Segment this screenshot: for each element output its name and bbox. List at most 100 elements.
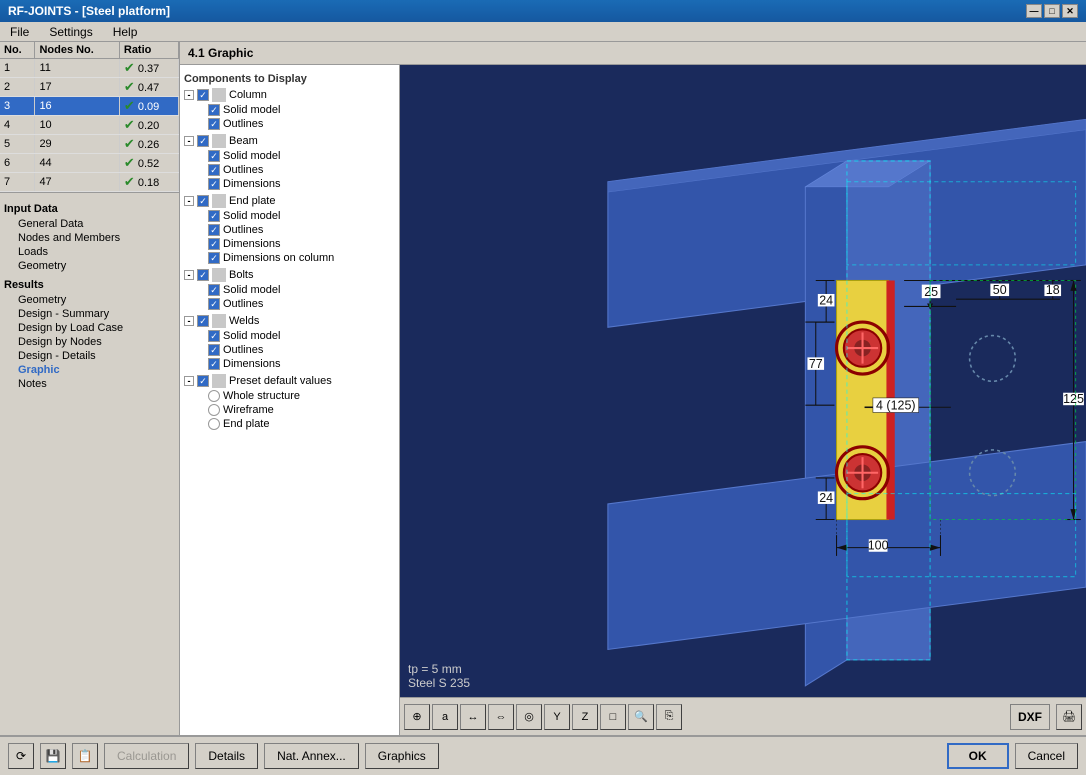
- tree-group-checkbox[interactable]: ✓: [197, 269, 209, 281]
- tree-checkbox[interactable]: ✓: [208, 164, 220, 176]
- tree-group-checkbox[interactable]: ✓: [197, 135, 209, 147]
- close-button[interactable]: ✕: [1062, 4, 1078, 18]
- tree-expand-icon[interactable]: -: [184, 196, 194, 206]
- graphics-button[interactable]: Graphics: [365, 743, 439, 769]
- tree-group-header[interactable]: - ✓ Welds: [184, 313, 395, 329]
- table-row[interactable]: 4 10 ✔ 0.20: [0, 116, 179, 135]
- toolbar-btn-10[interactable]: ⎘: [656, 704, 682, 730]
- dxf-button[interactable]: DXF: [1010, 704, 1050, 730]
- nav-design-by-nodes[interactable]: Design by Nodes: [4, 335, 175, 349]
- tree-child-item[interactable]: ✓ Dimensions: [208, 357, 395, 371]
- tree-child-item[interactable]: ✓ Outlines: [208, 223, 395, 237]
- tree-expand-icon[interactable]: -: [184, 376, 194, 386]
- toolbar-btn-5[interactable]: ◎: [516, 704, 542, 730]
- tree-group-checkbox[interactable]: ✓: [197, 195, 209, 207]
- maximize-button[interactable]: □: [1044, 4, 1060, 18]
- tree-child-item[interactable]: ✓ Dimensions: [208, 237, 395, 251]
- toolbar-btn-7[interactable]: Z: [572, 704, 598, 730]
- table-row[interactable]: 7 47 ✔ 0.18: [0, 173, 179, 192]
- tree-checkbox[interactable]: ✓: [208, 224, 220, 236]
- bottom-icon-1[interactable]: ⟳: [8, 743, 34, 769]
- toolbar-btn-2[interactable]: a: [432, 704, 458, 730]
- calculation-button[interactable]: Calculation: [104, 743, 189, 769]
- tree-checkbox[interactable]: ✓: [208, 298, 220, 310]
- tree-child-item[interactable]: ✓ Outlines: [208, 343, 395, 357]
- tree-radio[interactable]: [208, 390, 220, 402]
- graphic-toolbar: ⊕ a ↔ ⇔ ◎ Y Z □ 🔍 ⎘ DXF 🖨: [400, 697, 1086, 735]
- tree-child-item[interactable]: ✓ Solid model: [208, 149, 395, 163]
- table-row[interactable]: 3 16 ✔ 0.09: [0, 97, 179, 116]
- tree-child-item[interactable]: ✓ Solid model: [208, 329, 395, 343]
- nav-general-data[interactable]: General Data: [4, 217, 175, 231]
- tree-child-label: Solid model: [223, 150, 280, 162]
- tree-child-item[interactable]: ✓ Solid model: [208, 103, 395, 117]
- tree-group-header[interactable]: - ✓ Column: [184, 87, 395, 103]
- tree-checkbox[interactable]: ✓: [208, 238, 220, 250]
- toolbar-btn-4[interactable]: ⇔: [488, 704, 514, 730]
- tree-child-item[interactable]: ✓ Dimensions on column: [208, 251, 395, 265]
- toolbar-btn-1[interactable]: ⊕: [404, 704, 430, 730]
- tree-checkbox[interactable]: ✓: [208, 344, 220, 356]
- tree-group-header[interactable]: - ✓ Bolts: [184, 267, 395, 283]
- tree-checkbox[interactable]: ✓: [208, 104, 220, 116]
- tree-child-item[interactable]: ✓ Outlines: [208, 297, 395, 311]
- tree-expand-icon[interactable]: -: [184, 270, 194, 280]
- bottom-icon-3[interactable]: 📋: [72, 743, 98, 769]
- tree-checkbox[interactable]: ✓: [208, 118, 220, 130]
- nav-graphic[interactable]: Graphic: [4, 363, 175, 377]
- table-row[interactable]: 1 11 ✔ 0.37: [0, 59, 179, 78]
- tree-expand-icon[interactable]: -: [184, 90, 194, 100]
- tree-child-item[interactable]: Whole structure: [208, 389, 395, 403]
- tree-group-header[interactable]: - ✓ Preset default values: [184, 373, 395, 389]
- tree-child-item[interactable]: ✓ Solid model: [208, 209, 395, 223]
- tree-child-item[interactable]: Wireframe: [208, 403, 395, 417]
- tree-group-checkbox[interactable]: ✓: [197, 375, 209, 387]
- menu-settings[interactable]: Settings: [43, 23, 98, 41]
- tree-radio[interactable]: [208, 404, 220, 416]
- tree-group-header[interactable]: - ✓ End plate: [184, 193, 395, 209]
- nav-geometry-result[interactable]: Geometry: [4, 293, 175, 307]
- tree-group-checkbox[interactable]: ✓: [197, 89, 209, 101]
- toolbar-btn-print[interactable]: 🖨: [1056, 704, 1082, 730]
- tree-checkbox[interactable]: ✓: [208, 150, 220, 162]
- ok-button[interactable]: OK: [947, 743, 1009, 769]
- nav-loads[interactable]: Loads: [4, 245, 175, 259]
- toolbar-btn-3[interactable]: ↔: [460, 704, 486, 730]
- tree-expand-icon[interactable]: -: [184, 316, 194, 326]
- nav-design-details[interactable]: Design - Details: [4, 349, 175, 363]
- tree-checkbox[interactable]: ✓: [208, 358, 220, 370]
- tree-checkbox[interactable]: ✓: [208, 284, 220, 296]
- tree-checkbox[interactable]: ✓: [208, 178, 220, 190]
- tree-expand-icon[interactable]: -: [184, 136, 194, 146]
- table-row[interactable]: 6 44 ✔ 0.52: [0, 154, 179, 173]
- table-row[interactable]: 5 29 ✔ 0.26: [0, 135, 179, 154]
- tree-radio[interactable]: [208, 418, 220, 430]
- menu-help[interactable]: Help: [107, 23, 144, 41]
- tree-checkbox[interactable]: ✓: [208, 210, 220, 222]
- details-button[interactable]: Details: [195, 743, 258, 769]
- cancel-button[interactable]: Cancel: [1015, 743, 1078, 769]
- toolbar-btn-6[interactable]: Y: [544, 704, 570, 730]
- nav-notes[interactable]: Notes: [4, 377, 175, 391]
- tree-group-checkbox[interactable]: ✓: [197, 315, 209, 327]
- nav-design-summary[interactable]: Design - Summary: [4, 307, 175, 321]
- tree-child-item[interactable]: ✓ Dimensions: [208, 177, 395, 191]
- toolbar-btn-9[interactable]: 🔍: [628, 704, 654, 730]
- nav-nodes-members[interactable]: Nodes and Members: [4, 231, 175, 245]
- tree-child-item[interactable]: ✓ Outlines: [208, 163, 395, 177]
- menu-file[interactable]: File: [4, 23, 35, 41]
- tree-checkbox[interactable]: ✓: [208, 330, 220, 342]
- tree-child-item[interactable]: ✓ Solid model: [208, 283, 395, 297]
- tree-child-item[interactable]: ✓ Outlines: [208, 117, 395, 131]
- nav-geometry-input[interactable]: Geometry: [4, 259, 175, 273]
- minimize-button[interactable]: —: [1026, 4, 1042, 18]
- nav-design-by-load-case[interactable]: Design by Load Case: [4, 321, 175, 335]
- bottom-icon-2[interactable]: 💾: [40, 743, 66, 769]
- tree-group-header[interactable]: - ✓ Beam: [184, 133, 395, 149]
- tree-checkbox[interactable]: ✓: [208, 252, 220, 264]
- nat-annex-button[interactable]: Nat. Annex...: [264, 743, 359, 769]
- table-row[interactable]: 2 17 ✔ 0.47: [0, 78, 179, 97]
- toolbar-btn-8[interactable]: □: [600, 704, 626, 730]
- title-bar: RF-JOINTS - [Steel platform] — □ ✕: [0, 0, 1086, 22]
- tree-child-item[interactable]: End plate: [208, 417, 395, 431]
